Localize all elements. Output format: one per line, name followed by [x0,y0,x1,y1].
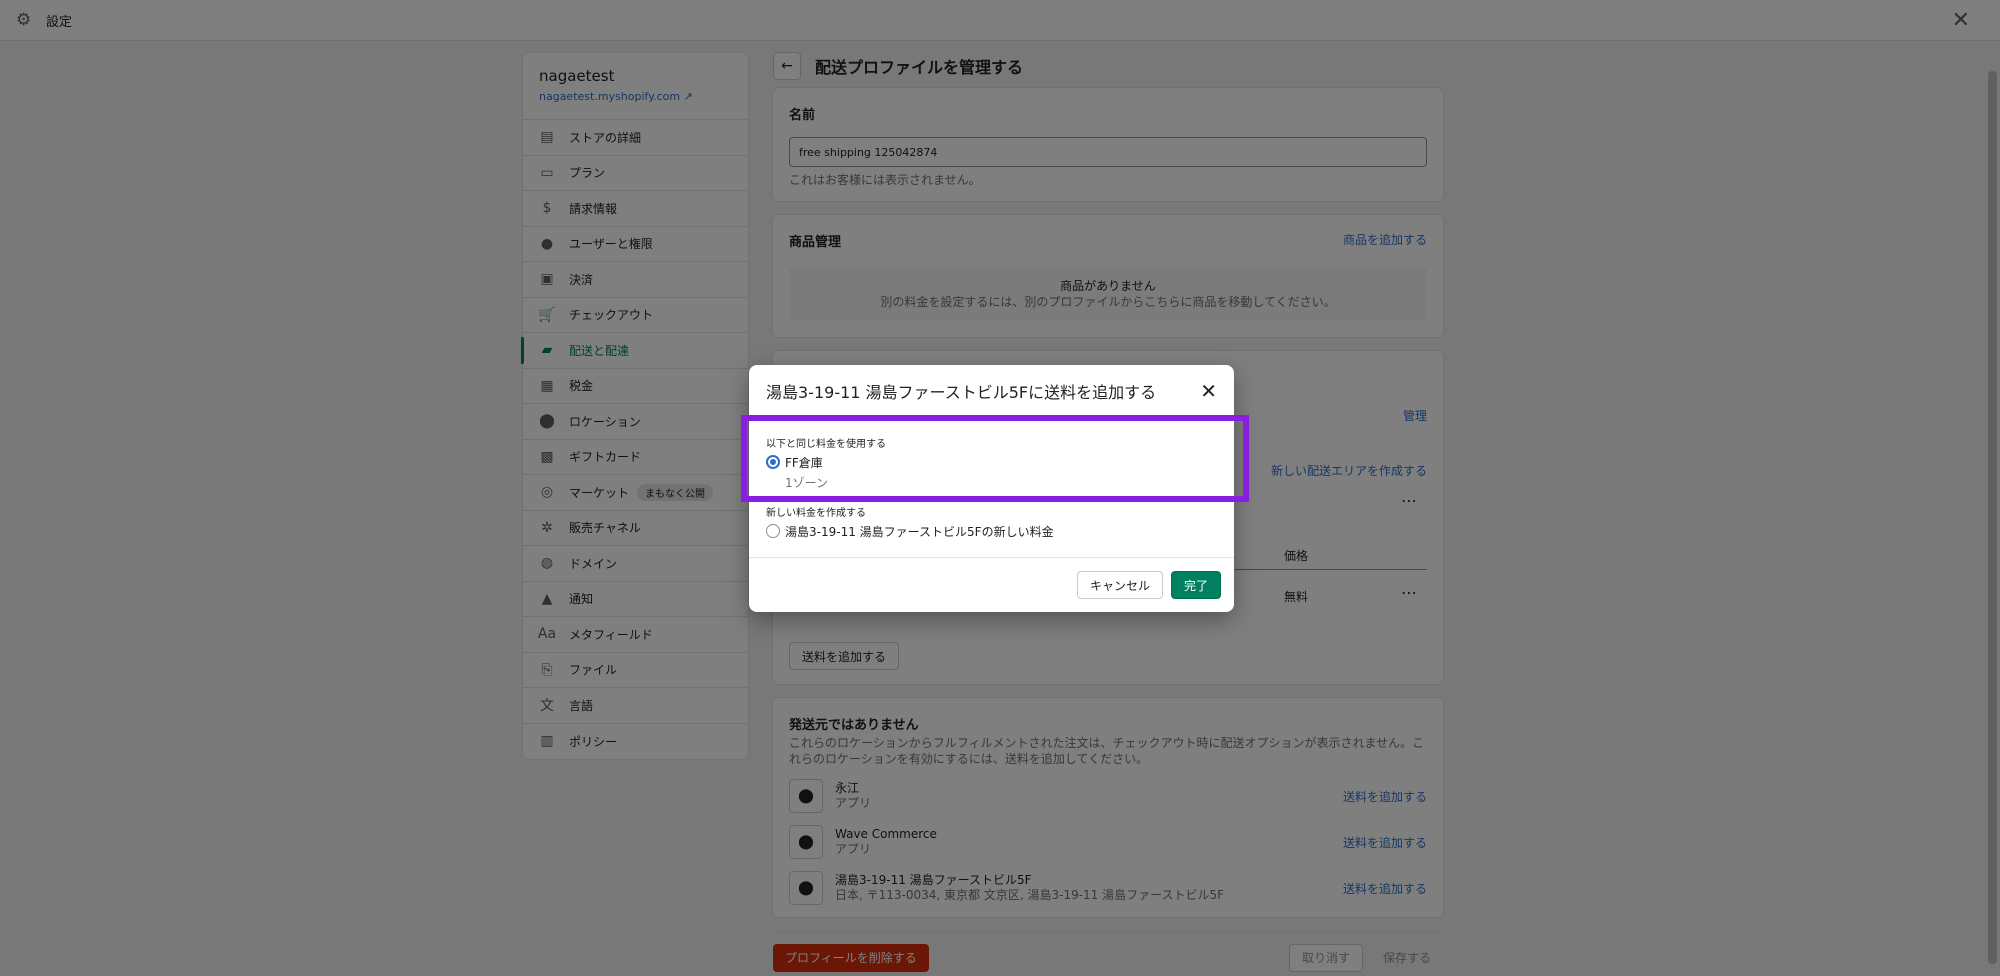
modal-cancel-button[interactable]: キャンセル [1076,571,1163,599]
modal-header: 湯島3-19-11 湯島ファーストビル5Fに送料を追加する ✕ [749,365,1234,418]
done-button[interactable]: 完了 [1170,571,1221,599]
new-rate-label: 新しい料金を作成する [766,508,866,519]
new-rate-option-label: 湯島3-19-11 湯島ファーストビル5Fの新しい料金 [785,524,1054,539]
modal-title: 湯島3-19-11 湯島ファーストビル5Fに送料を追加する [766,383,1157,402]
close-icon[interactable]: ✕ [1200,379,1217,403]
new-rate-radio[interactable]: 湯島3-19-11 湯島ファーストビル5Fの新しい料金 [766,523,1054,539]
highlight-box [741,415,1249,502]
modal-footer: キャンセル 完了 [749,557,1234,612]
new-rate-group: 新しい料金を作成する 湯島3-19-11 湯島ファーストビル5Fの新しい料金 [766,504,1054,539]
radio-unchecked-icon [766,524,780,538]
